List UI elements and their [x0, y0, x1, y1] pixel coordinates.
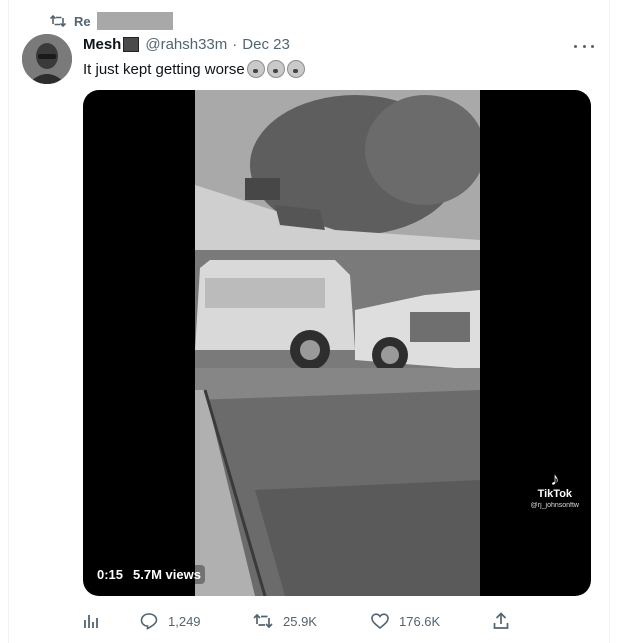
like-button[interactable]: 176.6K [371, 608, 440, 634]
tiktok-brand: TikTok [537, 488, 573, 500]
like-count: 176.6K [399, 613, 441, 629]
retweeter-label[interactable]: Re [74, 14, 91, 29]
tweet-text: It just kept getting worse [83, 60, 245, 78]
video-thumbnail[interactable] [195, 90, 480, 596]
retweet-indicator: Re [50, 10, 173, 32]
separator-dot: · [232, 36, 238, 53]
retweet-icon [253, 613, 273, 629]
reply-button[interactable]: 1,249 [140, 608, 201, 634]
retweet-icon [50, 14, 66, 28]
scared-face-emoji-icon [266, 60, 285, 78]
tweet-header: Mesh @rahsh33m · Dec 23 [83, 36, 290, 53]
scared-face-emoji-icon [286, 60, 305, 78]
heart-icon [371, 613, 389, 629]
redacted-name [96, 12, 173, 30]
share-button[interactable] [493, 608, 509, 634]
scared-face-emoji-icon [246, 60, 265, 78]
tweet-text-row: It just kept getting worse [83, 60, 305, 78]
more-options-icon[interactable] [574, 38, 594, 54]
reply-icon [140, 612, 158, 630]
user-handle[interactable]: @rahsh33m [145, 36, 227, 53]
analytics-button[interactable] [83, 608, 99, 634]
video-time: 0:15 [97, 567, 124, 582]
retweet-count: 25.9K [283, 613, 317, 629]
bar-chart-icon [83, 613, 99, 629]
tiktok-user: @rj_johnsonftw [530, 502, 579, 509]
display-name[interactable]: Mesh [83, 36, 121, 53]
tiktok-watermark: ♪ TikTok @rj_johnsonftw [531, 470, 579, 509]
avatar[interactable] [22, 34, 72, 84]
flag-emoji-icon [123, 37, 140, 52]
retweet-button[interactable]: 25.9K [253, 608, 317, 634]
reply-count: 1,249 [168, 613, 201, 629]
video-info-overlay: 0:15 5.7M views [93, 565, 205, 584]
share-icon [493, 612, 509, 630]
video-player[interactable]: ♪ TikTok @rj_johnsonftw 0:15 5.7M views [83, 90, 591, 596]
tiktok-logo-icon: ♪ [550, 469, 560, 489]
video-views: 5.7M views [133, 567, 201, 582]
action-bar: 1,249 25.9K 176.6K [83, 608, 593, 634]
tweet-date[interactable]: Dec 23 [242, 36, 290, 53]
